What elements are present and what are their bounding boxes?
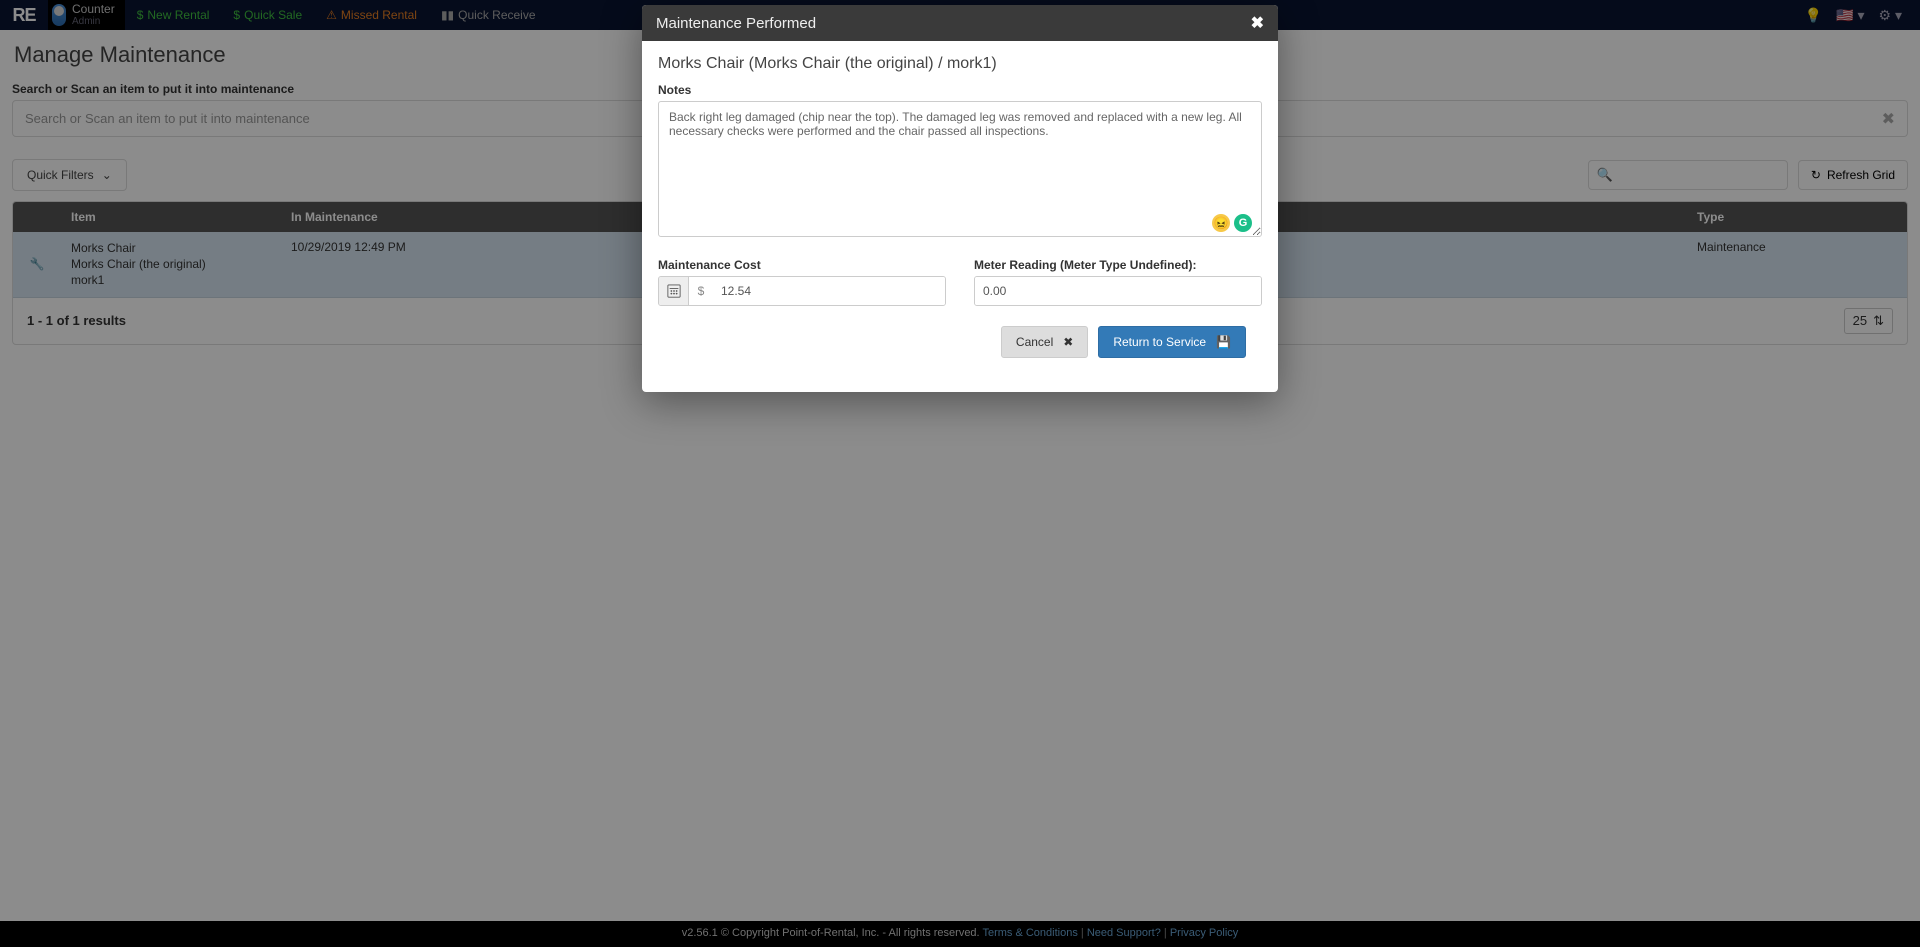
close-icon: ✖ bbox=[1063, 335, 1073, 349]
return-to-service-button[interactable]: Return to Service 💾 bbox=[1098, 326, 1246, 358]
cancel-label: Cancel bbox=[1016, 335, 1053, 349]
maintenance-performed-modal: Maintenance Performed ✖ Morks Chair (Mor… bbox=[642, 5, 1278, 392]
cancel-button[interactable]: Cancel ✖ bbox=[1001, 326, 1088, 358]
modal-footer: Cancel ✖ Return to Service 💾 bbox=[658, 306, 1262, 374]
return-label: Return to Service bbox=[1113, 335, 1206, 349]
grammarly-icon[interactable]: G bbox=[1234, 214, 1252, 232]
textarea-badges: 😖 G bbox=[1212, 214, 1252, 232]
calculator-icon[interactable] bbox=[659, 277, 689, 305]
meter-label: Meter Reading (Meter Type Undefined): bbox=[974, 258, 1262, 272]
meter-input[interactable] bbox=[975, 277, 1261, 305]
modal-close-icon[interactable]: ✖ bbox=[1251, 13, 1264, 33]
modal-header: Maintenance Performed ✖ bbox=[642, 5, 1278, 41]
cost-label: Maintenance Cost bbox=[658, 258, 946, 272]
meter-input-group bbox=[974, 276, 1262, 306]
tone-emoji-icon[interactable]: 😖 bbox=[1212, 214, 1230, 232]
modal-title: Maintenance Performed bbox=[656, 15, 816, 32]
notes-label: Notes bbox=[658, 83, 1262, 97]
save-icon: 💾 bbox=[1216, 335, 1231, 349]
cost-input-group: $ bbox=[658, 276, 946, 306]
modal-item-title: Morks Chair (Morks Chair (the original) … bbox=[658, 55, 1262, 73]
cost-input[interactable] bbox=[713, 277, 945, 305]
notes-textarea[interactable] bbox=[658, 101, 1262, 237]
modal-body: Morks Chair (Morks Chair (the original) … bbox=[642, 41, 1278, 392]
currency-symbol: $ bbox=[689, 277, 713, 305]
